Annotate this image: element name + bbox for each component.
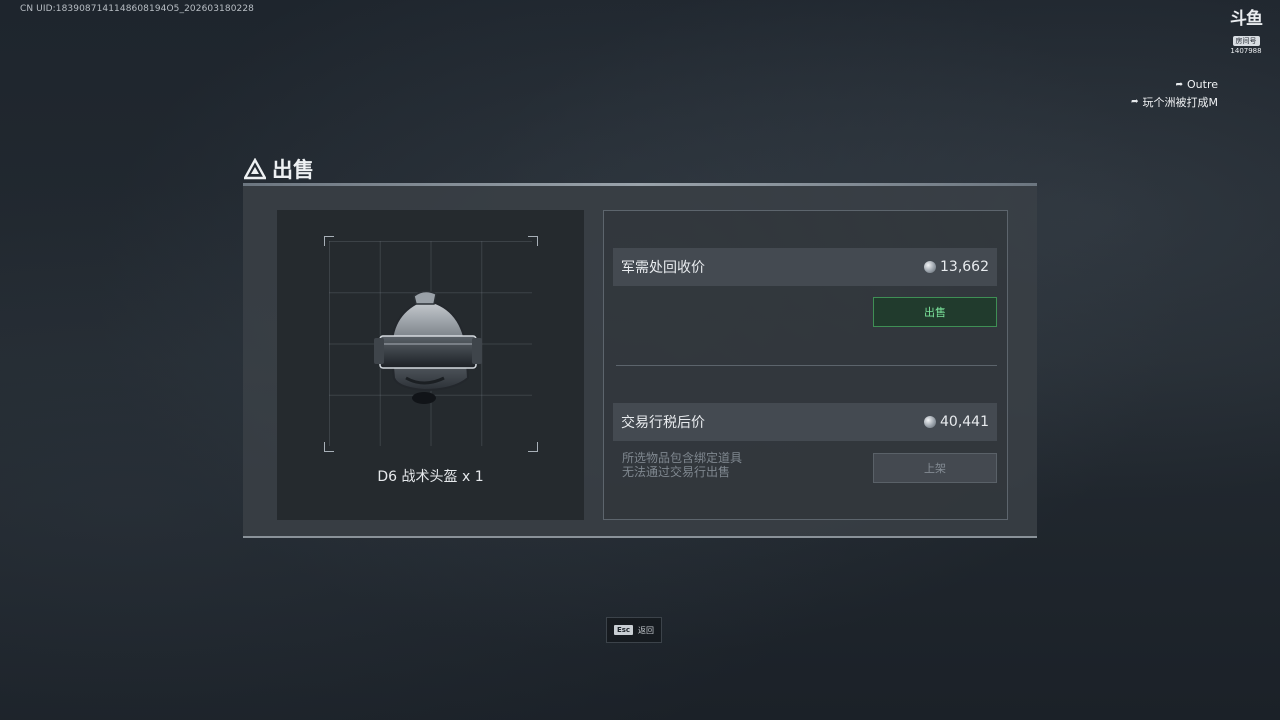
dialog-title-text: 出售 [272, 158, 314, 182]
back-hint[interactable]: Esc 返回 [606, 617, 662, 643]
frame-corner [324, 442, 334, 452]
note-line: 无法通过交易行出售 [622, 465, 731, 479]
frame-corner [528, 236, 538, 246]
recycle-price-row: 军需处回收价 13,662 [613, 248, 997, 286]
warning-triangle-icon [244, 158, 266, 180]
dialog-title: 出售 [244, 155, 314, 183]
recycle-price-label: 军需处回收价 [621, 260, 705, 276]
market-price-amount: 40,441 [940, 414, 989, 430]
market-price-label: 交易行税后价 [621, 415, 705, 431]
coin-icon [924, 416, 936, 428]
recycle-price-value: 13,662 [924, 259, 989, 275]
share-arrow-icon: ➦ [1130, 97, 1139, 107]
room-number: 1407988 [1230, 47, 1262, 55]
coin-icon [924, 261, 936, 273]
section-divider [616, 365, 997, 366]
follower-entry: ➦ Outre [1175, 78, 1218, 91]
douyu-tag: 房间号 [1232, 36, 1260, 46]
recycle-price-amount: 13,662 [940, 259, 989, 275]
item-name: D6 战术头盔 x 1 [377, 469, 484, 485]
frame-corner [324, 236, 334, 246]
sell-button[interactable]: 出售 [873, 297, 997, 327]
esc-key-icon: Esc [613, 625, 634, 635]
helmet-icon [374, 290, 482, 404]
back-label: 返回 [638, 625, 655, 635]
market-price-value: 40,441 [924, 414, 989, 430]
market-price-row: 交易行税后价 40,441 [613, 403, 997, 441]
follower-name: 玩个洲被打成M [1142, 96, 1219, 109]
follower-entry: ➦ 玩个洲被打成M [1131, 94, 1218, 110]
list-on-market-button[interactable]: 上架 [873, 453, 997, 483]
frame-corner [528, 442, 538, 452]
uid-watermark: CN UID:1839087141148608194O5_20260318022… [20, 4, 254, 14]
douyu-logo: 斗鱼 [1230, 9, 1263, 29]
note-line: 所选物品包含绑定道具 [622, 451, 743, 465]
follower-name: Outre [1187, 78, 1218, 91]
share-arrow-icon: ➦ [1175, 79, 1183, 90]
bound-item-note: 所选物品包含绑定道具 无法通过交易行出售 [622, 451, 742, 479]
douyu-watermark: 斗鱼 房间号 1407988 [1226, 9, 1266, 55]
